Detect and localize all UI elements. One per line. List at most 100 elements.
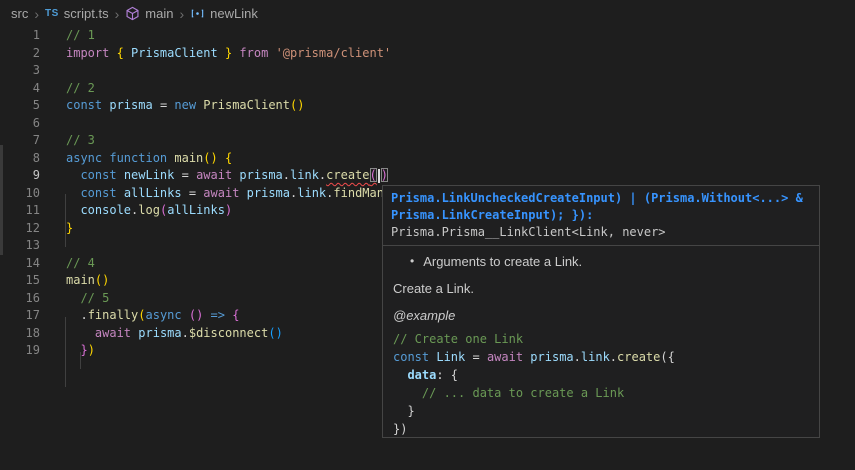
code-token: // 3: [66, 133, 95, 147]
breadcrumb-separator-icon: ›: [34, 7, 39, 21]
breadcrumb-separator-icon: ›: [115, 7, 120, 21]
line-number: 14: [0, 255, 40, 273]
code-token: (): [95, 273, 109, 287]
code-token: PrismaClient: [124, 46, 225, 60]
code-token: async: [146, 308, 189, 322]
code-token: : {: [436, 368, 458, 382]
signature-line: Prisma.Prisma__LinkClient<Link, never>: [391, 224, 811, 241]
indent-guide: [65, 194, 66, 247]
code-token: .: [283, 168, 290, 182]
code-token: import: [66, 46, 117, 60]
code-token: (): [203, 151, 217, 165]
line-number: 17: [0, 307, 40, 325]
line-number: 18: [0, 325, 40, 343]
code-line[interactable]: 5const prisma = new PrismaClient(): [0, 97, 855, 115]
code-token: from: [232, 46, 275, 60]
code-token: [203, 308, 210, 322]
code-token: await: [487, 350, 530, 364]
code-token: [66, 343, 80, 357]
code-token: =: [160, 98, 174, 112]
breadcrumb-symbol-label: newLink: [210, 6, 258, 21]
code-token: link: [297, 186, 326, 200]
code-token: // 1: [66, 28, 95, 42]
code-token: [66, 203, 80, 217]
breadcrumb-folder-label: src: [11, 6, 28, 21]
example-code-line: }: [393, 402, 809, 420]
doc-description: Create a Link.: [393, 281, 809, 296]
example-code-line: const Link = await prisma.link.create({: [393, 348, 809, 366]
code-token: }): [393, 422, 407, 436]
code-token: main: [66, 273, 95, 287]
code-token: .: [66, 308, 88, 322]
code-token: log: [138, 203, 160, 217]
signature-help-tooltip: Prisma.LinkUncheckedCreateInput) | (Pris…: [382, 185, 820, 438]
code-token: (): [189, 308, 203, 322]
code-token: link: [581, 350, 610, 364]
code-token: }: [80, 343, 87, 357]
indent-guide: [80, 352, 81, 369]
breadcrumb-item-src[interactable]: src: [11, 6, 28, 21]
line-number: 11: [0, 202, 40, 220]
code-token: prisma: [530, 350, 573, 364]
code-token: await: [203, 186, 246, 200]
code-token: [66, 291, 80, 305]
example-code-line: // ... data to create a Link: [393, 384, 809, 402]
code-token: main: [174, 151, 203, 165]
code-token: await: [196, 168, 239, 182]
code-token: // 2: [66, 81, 95, 95]
code-token: '@prisma/client': [276, 46, 392, 60]
code-line[interactable]: 2import { PrismaClient } from '@prisma/c…: [0, 45, 855, 63]
code-token: [66, 186, 80, 200]
code-line[interactable]: 4// 2: [0, 80, 855, 98]
text-cursor: [378, 169, 380, 183]
code-token: new: [174, 98, 203, 112]
code-token: [66, 168, 80, 182]
line-number: 5: [0, 97, 40, 115]
doc-example-tag: @example: [393, 308, 809, 323]
code-line[interactable]: 6: [0, 115, 855, 133]
parameter-doc-item: • Arguments to create a Link.: [393, 254, 809, 269]
typescript-file-icon: TS: [45, 8, 59, 19]
code-token: ): [225, 203, 232, 217]
code-token: =: [472, 350, 486, 364]
breadcrumb-item-main[interactable]: main: [125, 6, 173, 21]
code-line[interactable]: 9 const newLink = await prisma.link.crea…: [0, 167, 855, 185]
code-token: const: [393, 350, 436, 364]
code-token: Link: [436, 350, 472, 364]
code-token: prisma: [239, 168, 282, 182]
signature-line: Prisma.LinkUncheckedCreateInput) | (Pris…: [391, 190, 811, 207]
code-token: // 5: [80, 291, 109, 305]
code-token: (: [370, 168, 377, 182]
code-token: allLinks: [167, 203, 225, 217]
code-token: const: [66, 98, 109, 112]
breadcrumb-item-newlink[interactable]: newLink: [190, 6, 258, 21]
code-token: // 4: [66, 256, 95, 270]
example-code-line: // Create one Link: [393, 330, 809, 348]
line-number: 19: [0, 342, 40, 360]
code-token: {: [117, 46, 124, 60]
code-token: (: [138, 308, 145, 322]
code-token: link: [290, 168, 319, 182]
code-token: // Create one Link: [393, 332, 523, 346]
tooltip-docs: • Arguments to create a Link. Create a L…: [383, 246, 819, 438]
code-token: .: [574, 350, 581, 364]
code-token: create: [617, 350, 660, 364]
code-line[interactable]: 3: [0, 62, 855, 80]
code-token: }: [66, 221, 73, 235]
example-code-line: data: {: [393, 366, 809, 384]
code-token: [66, 326, 95, 340]
code-token: prisma: [247, 186, 290, 200]
code-token: prisma: [138, 326, 181, 340]
code-token: {: [225, 151, 232, 165]
line-number: 13: [0, 237, 40, 255]
code-token: data: [393, 368, 436, 382]
signature-text: Prisma.LinkUncheckedCreateInput) | (Pris…: [383, 186, 819, 246]
code-token: $disconnect: [189, 326, 268, 340]
code-line[interactable]: 7// 3: [0, 132, 855, 150]
breadcrumb-item-file[interactable]: TS script.ts: [45, 6, 109, 21]
code-token: await: [95, 326, 138, 340]
code-token: (): [290, 98, 304, 112]
code-line[interactable]: 1// 1: [0, 27, 855, 45]
code-token: const: [80, 168, 123, 182]
code-line[interactable]: 8async function main() {: [0, 150, 855, 168]
